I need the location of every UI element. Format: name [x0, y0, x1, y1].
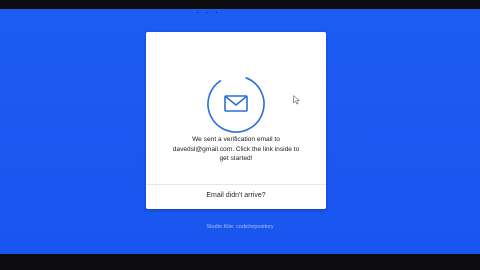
cropped-heading-fragment: · · · [196, 7, 220, 17]
page-background: · · · We sent a verification email to da… [0, 7, 480, 254]
letterbox-bottom [0, 254, 480, 270]
video-frame: · · · We sent a verification email to da… [0, 0, 480, 270]
envelope-circle-graphic [207, 75, 265, 133]
email-not-arrived-link[interactable]: Email didn't arrive? [186, 192, 286, 199]
verification-message: We sent a verification email to davedsl@… [156, 135, 316, 164]
mouse-pointer-icon [293, 92, 301, 105]
message-line-3: get started! [219, 155, 253, 162]
envelope-icon [206, 74, 266, 134]
footer-text: Studio Kite: code/repository [206, 224, 274, 230]
message-line-2: davedsl@gmail.com. Click the link inside… [172, 145, 300, 153]
card-divider [146, 184, 326, 185]
message-line-1: We sent a verification email to [192, 136, 280, 143]
verification-card: We sent a verification email to davedsl@… [146, 32, 326, 209]
letterbox-top [0, 0, 480, 9]
